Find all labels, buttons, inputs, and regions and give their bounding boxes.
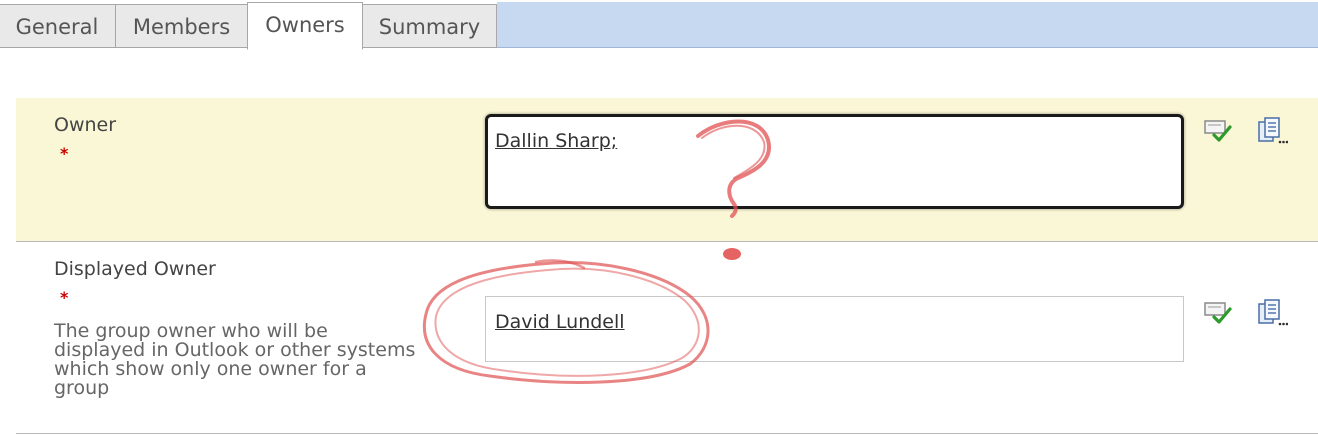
owner-field-row: Owner * Dallin Sharp;	[16, 98, 1318, 242]
owner-resolved-user[interactable]: Dallin Sharp;	[495, 130, 617, 152]
displayed-owner-people-picker[interactable]: David Lundell	[485, 296, 1184, 362]
check-names-icon[interactable]	[1203, 116, 1233, 146]
tab-members[interactable]: Members	[115, 4, 248, 48]
tab-strip-background	[497, 2, 1318, 48]
description-line: which show only one owner for a	[54, 358, 367, 380]
owners-form-page: General Members Owners Summary Owner * D…	[0, 0, 1318, 436]
tab-strip: General Members Owners Summary	[0, 0, 1318, 50]
owner-required-marker: *	[60, 144, 69, 163]
displayed-owner-required-marker: *	[60, 288, 69, 307]
description-line: group	[54, 377, 110, 399]
displayed-owner-resolved-user[interactable]: David Lundell	[495, 311, 625, 333]
tab-owners[interactable]: Owners	[247, 2, 363, 50]
tab-general[interactable]: General	[0, 4, 116, 48]
check-names-icon[interactable]	[1203, 298, 1233, 328]
owner-label: Owner	[54, 114, 117, 136]
owner-people-picker[interactable]: Dallin Sharp;	[485, 114, 1184, 209]
displayed-owner-label: Displayed Owner	[54, 258, 216, 280]
displayed-owner-field-row: Displayed Owner * The group owner who wi…	[16, 242, 1318, 434]
address-book-icon[interactable]	[1256, 114, 1289, 144]
tab-summary[interactable]: Summary	[362, 4, 497, 48]
displayed-owner-description: The group owner who will be displayed in…	[54, 322, 454, 398]
address-book-icon[interactable]	[1256, 296, 1289, 326]
